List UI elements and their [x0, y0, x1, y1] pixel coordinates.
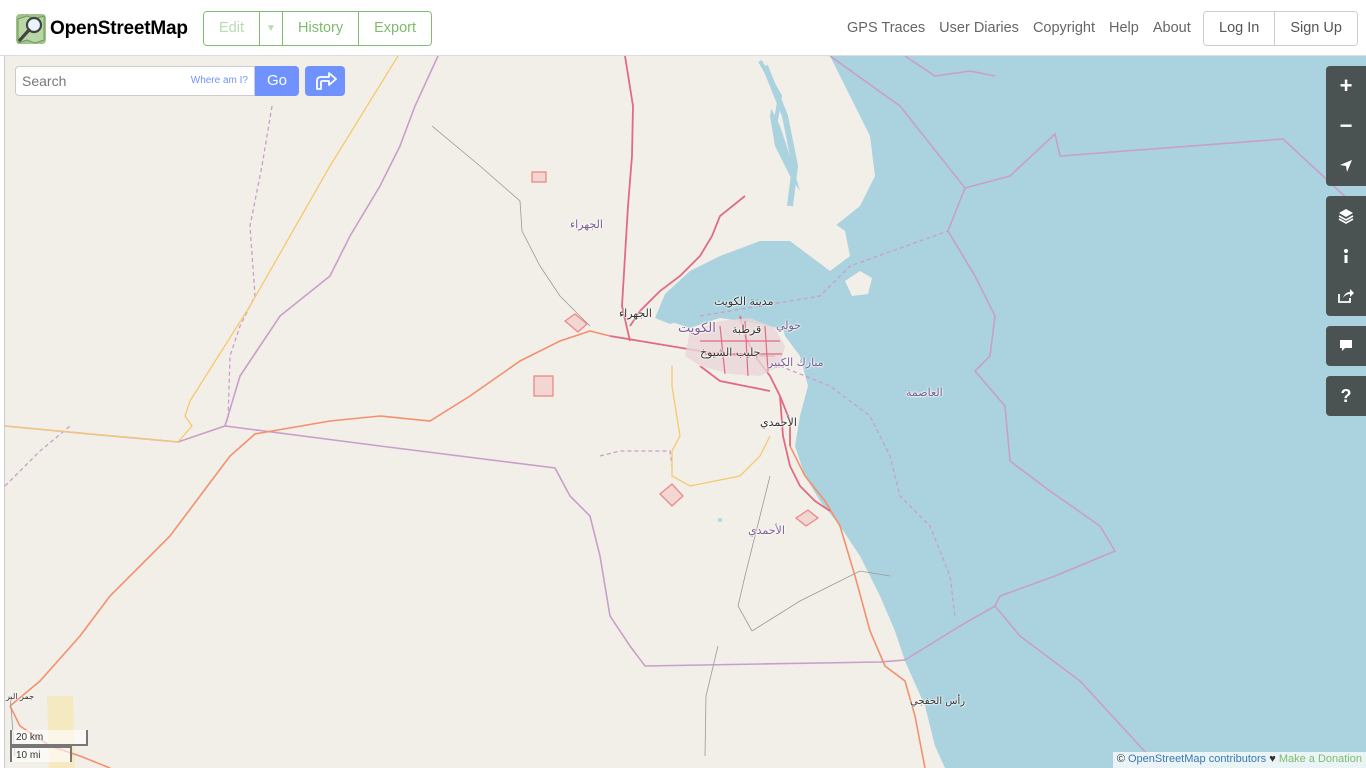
edit-dropdown-caret-icon[interactable]: ▼	[260, 12, 283, 45]
scale-bar: 20 km 10 mi	[10, 730, 88, 762]
info-icon	[1344, 249, 1348, 263]
auth-buttons: Log In Sign Up	[1203, 11, 1358, 46]
edit-history-export-group: Edit ▼ History Export	[203, 11, 433, 46]
attribution: © OpenStreetMap contributors ♥ Make a Do…	[1112, 752, 1366, 768]
osm-logo-icon[interactable]	[15, 13, 47, 45]
help-control: ?	[1326, 376, 1366, 416]
edit-button[interactable]: Edit	[204, 12, 260, 45]
copyright-symbol: ©	[1116, 753, 1125, 765]
label-sw-town: جمر البر	[6, 692, 35, 701]
map-tiles[interactable]	[0, 56, 1366, 768]
label-ahmadi-city: الأحمدي	[760, 416, 797, 429]
directions-icon	[316, 72, 337, 90]
header: OpenStreetMap Edit ▼ History Export GPS …	[0, 0, 1366, 56]
zoom-controls: + −	[1326, 66, 1366, 186]
label-hawalli: حولي	[776, 319, 802, 332]
secondary-nav: GPS Traces User Diaries Copyright Help A…	[847, 20, 1191, 36]
add-note-button[interactable]	[1326, 326, 1366, 366]
label-jleeb: جليب الشيوخ	[700, 346, 761, 359]
label-jahra-city: الجهراء	[619, 307, 652, 320]
map-canvas[interactable]: الجهراء الجهراء مدينة الكويت الكويت قرطب…	[0, 56, 1366, 768]
label-qurtuba: قرطبة	[732, 323, 762, 336]
scale-imperial: 10 mi	[10, 746, 72, 762]
share-button[interactable]	[1326, 276, 1366, 316]
label-kuwait: الكويت	[678, 321, 716, 336]
login-button[interactable]: Log In	[1204, 12, 1276, 45]
nav-gps-traces[interactable]: GPS Traces	[847, 20, 925, 36]
persian-gulf-water	[655, 56, 1366, 768]
label-jahra-governorate: الجهراء	[570, 218, 603, 231]
scale-metric: 20 km	[10, 730, 88, 746]
layers-icon	[1338, 209, 1354, 224]
label-capital-governorate: العاصمة	[906, 386, 943, 399]
zoom-in-button[interactable]: +	[1326, 66, 1366, 106]
directions-button[interactable]	[305, 66, 345, 96]
nav-copyright[interactable]: Copyright	[1033, 20, 1095, 36]
where-am-i-link[interactable]: Where am I?	[191, 75, 248, 86]
nav-about[interactable]: About	[1153, 20, 1191, 36]
label-mubarak: مبارك الكبير	[768, 356, 824, 369]
label-kuwait-city: مدينة الكويت	[714, 295, 774, 308]
share-icon	[1338, 289, 1354, 303]
nav-help[interactable]: Help	[1109, 20, 1139, 36]
restricted-zone	[531, 171, 547, 183]
map-info-button[interactable]	[1326, 236, 1366, 276]
locate-button[interactable]	[1326, 146, 1366, 186]
history-button[interactable]: History	[283, 12, 360, 45]
heart-icon: ♥	[1269, 753, 1276, 765]
search-box: Where am I?	[15, 66, 255, 96]
signup-button[interactable]: Sign Up	[1275, 12, 1357, 45]
map-panel-controls	[1326, 196, 1366, 316]
donate-link[interactable]: Make a Donation	[1279, 753, 1362, 765]
notes-control	[1326, 326, 1366, 366]
nav-user-diaries[interactable]: User Diaries	[939, 20, 1019, 36]
layers-button[interactable]	[1326, 196, 1366, 236]
zoom-out-button[interactable]: −	[1326, 106, 1366, 146]
label-ahmadi-governorate: الأحمدي	[748, 524, 785, 537]
label-ras-khafji: رأس الخفجي	[910, 696, 966, 707]
export-button[interactable]: Export	[359, 12, 432, 45]
map-left-border	[0, 56, 5, 768]
comment-icon	[1340, 340, 1352, 351]
osm-contributors-link[interactable]: OpenStreetMap contributors	[1128, 753, 1266, 765]
search-go-button[interactable]: Go	[255, 66, 299, 96]
locate-arrow-icon	[1340, 160, 1352, 172]
query-features-button[interactable]: ?	[1326, 376, 1366, 416]
site-title[interactable]: OpenStreetMap	[50, 18, 188, 40]
search-input[interactable]	[16, 67, 186, 95]
